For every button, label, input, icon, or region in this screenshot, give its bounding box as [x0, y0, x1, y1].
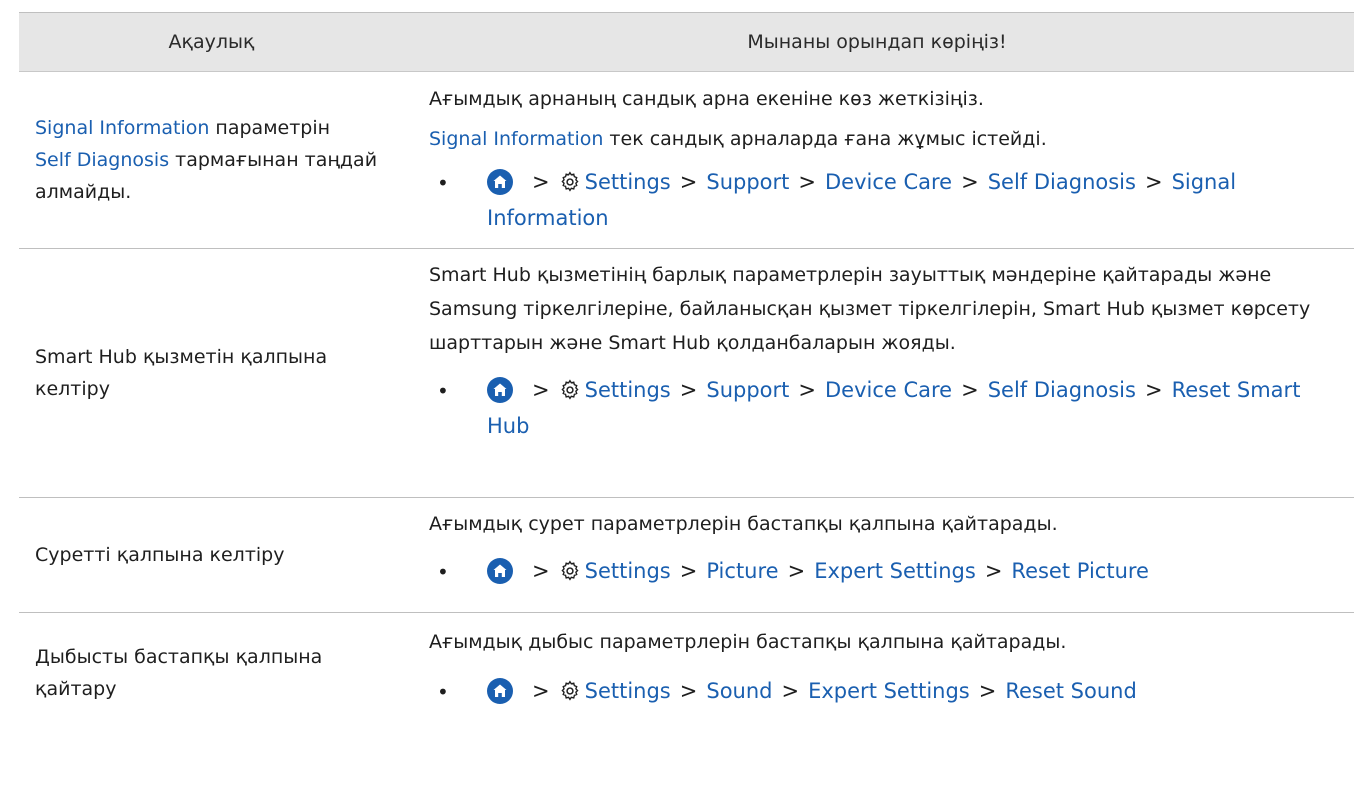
signal-information-link[interactable]: Signal Information	[35, 117, 209, 139]
menu-path-item[interactable]: Settings	[585, 170, 671, 194]
problem-cell: Smart Hub қызметін қалпына келтіру	[19, 249, 408, 497]
bullet: •	[437, 171, 449, 195]
chevron-right-icon: >	[984, 559, 1003, 583]
home-icon[interactable]	[487, 678, 513, 704]
chevron-right-icon: >	[532, 559, 550, 583]
chevron-right-icon: >	[532, 378, 550, 402]
menu-path-item[interactable]: Device Care	[825, 378, 952, 402]
menu-path-item[interactable]: Sound	[706, 679, 772, 703]
signal-information-link[interactable]: Signal Information	[429, 128, 603, 150]
chevron-right-icon: >	[532, 679, 550, 703]
gear-icon	[559, 170, 581, 202]
menu-path-item[interactable]: Reset Picture	[1011, 559, 1149, 583]
header-solution: Мынаны орындап көріңіз!	[747, 31, 1007, 53]
settings-path: > Settings > Support > Device Care > Self Diagn…	[467, 166, 1346, 234]
problem-cell: Суретті қалпына келтіру	[19, 498, 408, 612]
self-diagnosis-link[interactable]: Self Diagnosis	[35, 149, 169, 171]
menu-path: • > Settings > Sound > Expert Settings > Reset S…	[429, 675, 1346, 711]
menu-path-item[interactable]: Support	[706, 170, 789, 194]
problem-cell: Signal Information параметрін Self Diagn…	[19, 72, 408, 248]
chevron-right-icon: >	[961, 170, 979, 194]
chevron-right-icon: >	[679, 559, 698, 583]
gear-icon	[559, 378, 581, 410]
menu-path: • > Settings > Support > Device Care > Self Diag…	[429, 374, 1346, 442]
solution-cell: Ағымдық дыбыс параметрлерін бастапқы қал…	[408, 613, 1354, 733]
chevron-right-icon: >	[679, 170, 698, 194]
gear-icon	[559, 679, 581, 711]
table-row: Дыбысты бастапқы қалпына қайтару Ағымдық…	[19, 613, 1354, 733]
menu-path: • > Settings > Support > Device Care > Self Diag…	[429, 166, 1346, 234]
chevron-right-icon: >	[679, 378, 698, 402]
solution-cell: Ағымдық арнаның сандық арна екеніне көз …	[408, 72, 1354, 248]
problem-text: Дыбысты бастапқы қалпына қайтару	[35, 646, 323, 700]
problem-text: Smart Hub қызметін қалпына келтіру	[35, 346, 328, 400]
chevron-right-icon: >	[1144, 378, 1163, 402]
chevron-right-icon: >	[532, 170, 550, 194]
chevron-right-icon: >	[798, 170, 816, 194]
table-row: Суретті қалпына келтіру Ағымдық сурет па…	[19, 498, 1354, 613]
menu-path-item[interactable]: Settings	[585, 559, 671, 583]
solution-text: Ағымдық дыбыс параметрлерін бастапқы қал…	[429, 631, 1067, 653]
menu-path-item[interactable]: Expert Settings	[814, 559, 976, 583]
menu-path-item[interactable]: Self Diagnosis	[988, 378, 1136, 402]
bullet: •	[437, 560, 449, 584]
chevron-right-icon: >	[978, 679, 997, 703]
problem-cell: Дыбысты бастапқы қалпына қайтару	[19, 613, 408, 733]
menu-path-item[interactable]: Device Care	[825, 170, 952, 194]
menu-path-item[interactable]: Self Diagnosis	[988, 170, 1136, 194]
menu-path-item[interactable]: Settings	[585, 378, 671, 402]
home-icon[interactable]	[487, 558, 513, 584]
menu-path-item[interactable]: Picture	[706, 559, 778, 583]
gear-icon	[559, 559, 581, 591]
solution-text: Ағымдық сурет параметрлерін бастапқы қал…	[429, 513, 1058, 535]
bullet: •	[437, 680, 449, 704]
chevron-right-icon: >	[798, 378, 816, 402]
chevron-right-icon: >	[961, 378, 979, 402]
solution-cell: Smart Hub қызметінің барлық параметрлері…	[408, 249, 1354, 497]
chevron-right-icon: >	[787, 559, 806, 583]
menu-path-item[interactable]: Expert Settings	[808, 679, 970, 703]
table-row: Smart Hub қызметін қалпына келтіру Smart…	[19, 249, 1354, 498]
menu-path-item[interactable]: Support	[706, 378, 789, 402]
problem-text: Signal Information параметрін Self Diagn…	[35, 117, 378, 203]
problem-text: Суретті қалпына келтіру	[35, 544, 285, 566]
home-icon[interactable]	[487, 377, 513, 403]
chevron-right-icon: >	[679, 679, 698, 703]
solution-text: Signal Information тек сандық арналарда …	[429, 128, 1047, 150]
solution-text: Ағымдық арнаның сандық арна екеніне көз …	[429, 88, 984, 110]
settings-path: > Settings > Support > Device Care > Self Diagn…	[467, 374, 1346, 442]
chevron-right-icon: >	[781, 679, 800, 703]
menu-path-item[interactable]: Settings	[585, 679, 671, 703]
menu-path-item[interactable]: Reset Sound	[1005, 679, 1136, 703]
settings-path: > Settings > Sound > Expert Settings > Reset So…	[467, 675, 1346, 711]
solution-text: Smart Hub қызметінің барлық параметрлері…	[429, 264, 1311, 354]
settings-path: > Settings > Picture > Expert Settings > Reset …	[467, 555, 1346, 591]
menu-path: • > Settings > Picture > Expert Settings > Reset…	[429, 555, 1346, 591]
table-row: Signal Information параметрін Self Diagn…	[19, 72, 1354, 249]
troubleshooting-table: Ақаулық Мынаны орындап көріңіз! Signal I…	[19, 12, 1354, 733]
header-problem: Ақаулық	[168, 31, 255, 53]
bullet: •	[437, 379, 449, 403]
table-header: Ақаулық Мынаны орындап көріңіз!	[19, 13, 1354, 72]
home-icon[interactable]	[487, 169, 513, 195]
chevron-right-icon: >	[1144, 170, 1163, 194]
solution-cell: Ағымдық сурет параметрлерін бастапқы қал…	[408, 498, 1354, 612]
